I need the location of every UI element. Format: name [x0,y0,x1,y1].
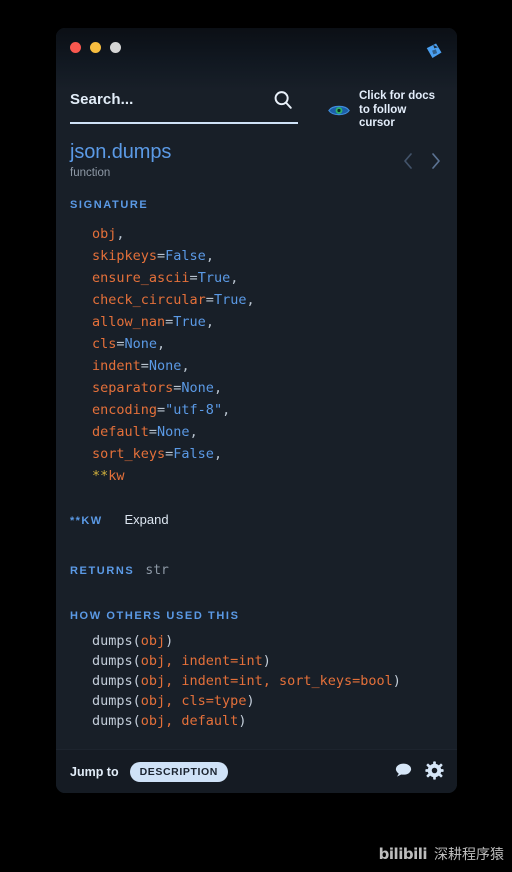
chevron-right-icon[interactable] [429,151,443,171]
watermark-text: 深耕程序猿 [434,847,504,863]
signature-param-line: allow_nan=True, [92,314,214,330]
signature-param-line: cls=None, [92,336,166,352]
returns-type: str [145,563,169,578]
minimize-button[interactable] [90,42,101,53]
signature-param-line: skipkeys=False, [92,248,214,264]
signature-param-line: check_circular=True, [92,292,255,308]
title-bar [56,28,457,74]
chevron-left-icon[interactable] [401,151,415,171]
signature-param-line: sort_keys=False, [92,446,223,462]
jump-to-label: Jump to [70,765,119,779]
function-header: json.dumps function [70,141,445,179]
close-button[interactable] [70,42,81,53]
usages-code: dumps(obj) dumps(obj, indent=int) dumps(ob… [92,631,401,731]
watermark: bilibili 深耕程序猿 [379,844,504,864]
footer-icons [394,761,444,780]
navigation-arrows [401,151,443,171]
panel-footer: Jump to DESCRIPTION [56,749,457,793]
signature-param-line: encoding="utf-8", [92,402,231,418]
gear-icon[interactable] [425,761,444,780]
usages-section-label: HOW OTHERS USED THIS [70,610,240,622]
signature-section-label: SIGNATURE [70,199,149,211]
docs-follow-cursor-toggle[interactable]: Click for docs to follow cursor [328,90,445,131]
signature-code: obj, skipkeys=False, ensure_ascii=True,che… [92,223,255,487]
jump-to-description-chip[interactable]: DESCRIPTION [129,762,228,782]
signature-param-line: separators=None, [92,380,223,396]
search-icon[interactable] [272,89,294,111]
returns-row: RETURNS str [70,563,169,578]
usage-example-line: dumps(obj, default) [92,713,247,729]
window-controls [70,42,121,53]
signature-param-line: indent=None, [92,358,190,374]
returns-section-label: RETURNS [70,565,135,577]
signature-param-line: default=None, [92,424,198,440]
search-placeholder: Search... [70,91,134,108]
signature-param-line: ensure_ascii=True, [92,270,239,286]
eye-icon [328,103,350,118]
search-input[interactable]: Search... [70,86,298,124]
maximize-button[interactable] [110,42,121,53]
kite-logo-icon [425,42,444,61]
usage-example-line: dumps(obj) [92,633,174,649]
page-title: json.dumps [70,141,172,163]
usage-example-line: dumps(obj, cls=type) [92,693,255,709]
kwargs-label: **KW [70,515,103,527]
watermark-logo: bilibili [378,845,428,863]
chat-bubble-icon[interactable] [394,761,413,780]
kwargs-row: **KW Expand [70,512,169,527]
symbol-kind-label: function [70,167,111,179]
docs-follow-cursor-label: Click for docs to follow cursor [359,90,436,129]
signature-param-line: **kw [92,468,125,484]
signature-param-line: obj, [92,226,125,242]
usage-example-line: dumps(obj, indent=int) [92,653,271,669]
kwargs-expand-button[interactable]: Expand [125,512,169,527]
jump-to-group: Jump to DESCRIPTION [70,762,228,782]
usage-example-line: dumps(obj, indent=int, sort_keys=bool) [92,673,401,689]
screen: Search... Click for docs to follow curso… [0,0,512,872]
kite-copilot-panel: Search... Click for docs to follow curso… [56,28,457,793]
search-row: Search... Click for docs to follow curso… [70,86,445,136]
